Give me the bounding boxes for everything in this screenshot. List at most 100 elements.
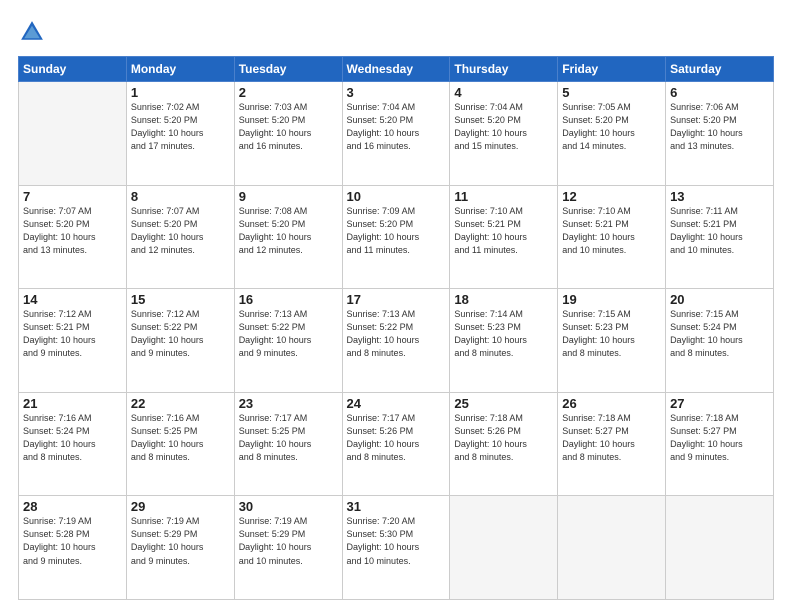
calendar-cell: 30Sunrise: 7:19 AM Sunset: 5:29 PM Dayli… bbox=[234, 496, 342, 600]
day-number: 23 bbox=[239, 396, 338, 411]
weekday-header: Tuesday bbox=[234, 57, 342, 82]
day-info: Sunrise: 7:18 AM Sunset: 5:26 PM Dayligh… bbox=[454, 412, 553, 464]
day-number: 9 bbox=[239, 189, 338, 204]
calendar-cell: 24Sunrise: 7:17 AM Sunset: 5:26 PM Dayli… bbox=[342, 392, 450, 496]
logo-icon bbox=[18, 18, 46, 46]
page: SundayMondayTuesdayWednesdayThursdayFrid… bbox=[0, 0, 792, 612]
calendar-cell: 15Sunrise: 7:12 AM Sunset: 5:22 PM Dayli… bbox=[126, 289, 234, 393]
calendar-cell bbox=[666, 496, 774, 600]
weekday-header: Thursday bbox=[450, 57, 558, 82]
day-info: Sunrise: 7:19 AM Sunset: 5:29 PM Dayligh… bbox=[239, 515, 338, 567]
calendar-cell: 3Sunrise: 7:04 AM Sunset: 5:20 PM Daylig… bbox=[342, 82, 450, 186]
day-info: Sunrise: 7:04 AM Sunset: 5:20 PM Dayligh… bbox=[347, 101, 446, 153]
day-info: Sunrise: 7:02 AM Sunset: 5:20 PM Dayligh… bbox=[131, 101, 230, 153]
day-info: Sunrise: 7:11 AM Sunset: 5:21 PM Dayligh… bbox=[670, 205, 769, 257]
calendar-cell: 18Sunrise: 7:14 AM Sunset: 5:23 PM Dayli… bbox=[450, 289, 558, 393]
day-number: 19 bbox=[562, 292, 661, 307]
day-info: Sunrise: 7:14 AM Sunset: 5:23 PM Dayligh… bbox=[454, 308, 553, 360]
calendar-cell: 8Sunrise: 7:07 AM Sunset: 5:20 PM Daylig… bbox=[126, 185, 234, 289]
calendar-week-row: 21Sunrise: 7:16 AM Sunset: 5:24 PM Dayli… bbox=[19, 392, 774, 496]
day-info: Sunrise: 7:15 AM Sunset: 5:23 PM Dayligh… bbox=[562, 308, 661, 360]
day-number: 14 bbox=[23, 292, 122, 307]
calendar-cell: 10Sunrise: 7:09 AM Sunset: 5:20 PM Dayli… bbox=[342, 185, 450, 289]
day-number: 31 bbox=[347, 499, 446, 514]
calendar-body: 1Sunrise: 7:02 AM Sunset: 5:20 PM Daylig… bbox=[19, 82, 774, 600]
day-number: 4 bbox=[454, 85, 553, 100]
day-number: 12 bbox=[562, 189, 661, 204]
day-info: Sunrise: 7:06 AM Sunset: 5:20 PM Dayligh… bbox=[670, 101, 769, 153]
day-info: Sunrise: 7:05 AM Sunset: 5:20 PM Dayligh… bbox=[562, 101, 661, 153]
day-number: 18 bbox=[454, 292, 553, 307]
day-number: 1 bbox=[131, 85, 230, 100]
calendar-cell: 28Sunrise: 7:19 AM Sunset: 5:28 PM Dayli… bbox=[19, 496, 127, 600]
calendar-cell: 27Sunrise: 7:18 AM Sunset: 5:27 PM Dayli… bbox=[666, 392, 774, 496]
calendar-cell: 29Sunrise: 7:19 AM Sunset: 5:29 PM Dayli… bbox=[126, 496, 234, 600]
day-number: 22 bbox=[131, 396, 230, 411]
day-info: Sunrise: 7:17 AM Sunset: 5:26 PM Dayligh… bbox=[347, 412, 446, 464]
day-number: 21 bbox=[23, 396, 122, 411]
day-info: Sunrise: 7:19 AM Sunset: 5:29 PM Dayligh… bbox=[131, 515, 230, 567]
calendar-cell: 2Sunrise: 7:03 AM Sunset: 5:20 PM Daylig… bbox=[234, 82, 342, 186]
calendar-cell: 16Sunrise: 7:13 AM Sunset: 5:22 PM Dayli… bbox=[234, 289, 342, 393]
day-number: 20 bbox=[670, 292, 769, 307]
day-number: 6 bbox=[670, 85, 769, 100]
day-info: Sunrise: 7:12 AM Sunset: 5:21 PM Dayligh… bbox=[23, 308, 122, 360]
day-number: 15 bbox=[131, 292, 230, 307]
day-number: 27 bbox=[670, 396, 769, 411]
day-number: 5 bbox=[562, 85, 661, 100]
calendar-cell: 25Sunrise: 7:18 AM Sunset: 5:26 PM Dayli… bbox=[450, 392, 558, 496]
day-number: 7 bbox=[23, 189, 122, 204]
weekday-header: Wednesday bbox=[342, 57, 450, 82]
logo bbox=[18, 18, 50, 46]
day-info: Sunrise: 7:15 AM Sunset: 5:24 PM Dayligh… bbox=[670, 308, 769, 360]
calendar: SundayMondayTuesdayWednesdayThursdayFrid… bbox=[18, 56, 774, 600]
calendar-cell: 17Sunrise: 7:13 AM Sunset: 5:22 PM Dayli… bbox=[342, 289, 450, 393]
calendar-week-row: 7Sunrise: 7:07 AM Sunset: 5:20 PM Daylig… bbox=[19, 185, 774, 289]
day-info: Sunrise: 7:19 AM Sunset: 5:28 PM Dayligh… bbox=[23, 515, 122, 567]
day-info: Sunrise: 7:13 AM Sunset: 5:22 PM Dayligh… bbox=[347, 308, 446, 360]
day-info: Sunrise: 7:08 AM Sunset: 5:20 PM Dayligh… bbox=[239, 205, 338, 257]
calendar-cell: 6Sunrise: 7:06 AM Sunset: 5:20 PM Daylig… bbox=[666, 82, 774, 186]
day-info: Sunrise: 7:13 AM Sunset: 5:22 PM Dayligh… bbox=[239, 308, 338, 360]
calendar-cell bbox=[558, 496, 666, 600]
calendar-cell: 13Sunrise: 7:11 AM Sunset: 5:21 PM Dayli… bbox=[666, 185, 774, 289]
day-number: 16 bbox=[239, 292, 338, 307]
weekday-header: Monday bbox=[126, 57, 234, 82]
calendar-cell: 9Sunrise: 7:08 AM Sunset: 5:20 PM Daylig… bbox=[234, 185, 342, 289]
day-number: 26 bbox=[562, 396, 661, 411]
day-info: Sunrise: 7:18 AM Sunset: 5:27 PM Dayligh… bbox=[562, 412, 661, 464]
weekday-header: Friday bbox=[558, 57, 666, 82]
day-number: 29 bbox=[131, 499, 230, 514]
day-info: Sunrise: 7:16 AM Sunset: 5:25 PM Dayligh… bbox=[131, 412, 230, 464]
calendar-cell: 19Sunrise: 7:15 AM Sunset: 5:23 PM Dayli… bbox=[558, 289, 666, 393]
day-number: 10 bbox=[347, 189, 446, 204]
day-info: Sunrise: 7:10 AM Sunset: 5:21 PM Dayligh… bbox=[454, 205, 553, 257]
day-number: 30 bbox=[239, 499, 338, 514]
calendar-cell: 14Sunrise: 7:12 AM Sunset: 5:21 PM Dayli… bbox=[19, 289, 127, 393]
day-number: 17 bbox=[347, 292, 446, 307]
day-number: 24 bbox=[347, 396, 446, 411]
calendar-cell bbox=[450, 496, 558, 600]
day-number: 8 bbox=[131, 189, 230, 204]
calendar-cell: 12Sunrise: 7:10 AM Sunset: 5:21 PM Dayli… bbox=[558, 185, 666, 289]
day-info: Sunrise: 7:04 AM Sunset: 5:20 PM Dayligh… bbox=[454, 101, 553, 153]
calendar-cell: 26Sunrise: 7:18 AM Sunset: 5:27 PM Dayli… bbox=[558, 392, 666, 496]
calendar-cell: 4Sunrise: 7:04 AM Sunset: 5:20 PM Daylig… bbox=[450, 82, 558, 186]
calendar-header: SundayMondayTuesdayWednesdayThursdayFrid… bbox=[19, 57, 774, 82]
day-number: 3 bbox=[347, 85, 446, 100]
day-info: Sunrise: 7:09 AM Sunset: 5:20 PM Dayligh… bbox=[347, 205, 446, 257]
day-info: Sunrise: 7:20 AM Sunset: 5:30 PM Dayligh… bbox=[347, 515, 446, 567]
calendar-week-row: 14Sunrise: 7:12 AM Sunset: 5:21 PM Dayli… bbox=[19, 289, 774, 393]
day-number: 28 bbox=[23, 499, 122, 514]
calendar-cell bbox=[19, 82, 127, 186]
day-number: 2 bbox=[239, 85, 338, 100]
weekday-row: SundayMondayTuesdayWednesdayThursdayFrid… bbox=[19, 57, 774, 82]
day-info: Sunrise: 7:17 AM Sunset: 5:25 PM Dayligh… bbox=[239, 412, 338, 464]
weekday-header: Sunday bbox=[19, 57, 127, 82]
day-info: Sunrise: 7:10 AM Sunset: 5:21 PM Dayligh… bbox=[562, 205, 661, 257]
day-info: Sunrise: 7:12 AM Sunset: 5:22 PM Dayligh… bbox=[131, 308, 230, 360]
calendar-cell: 31Sunrise: 7:20 AM Sunset: 5:30 PM Dayli… bbox=[342, 496, 450, 600]
calendar-week-row: 1Sunrise: 7:02 AM Sunset: 5:20 PM Daylig… bbox=[19, 82, 774, 186]
calendar-cell: 5Sunrise: 7:05 AM Sunset: 5:20 PM Daylig… bbox=[558, 82, 666, 186]
day-number: 25 bbox=[454, 396, 553, 411]
